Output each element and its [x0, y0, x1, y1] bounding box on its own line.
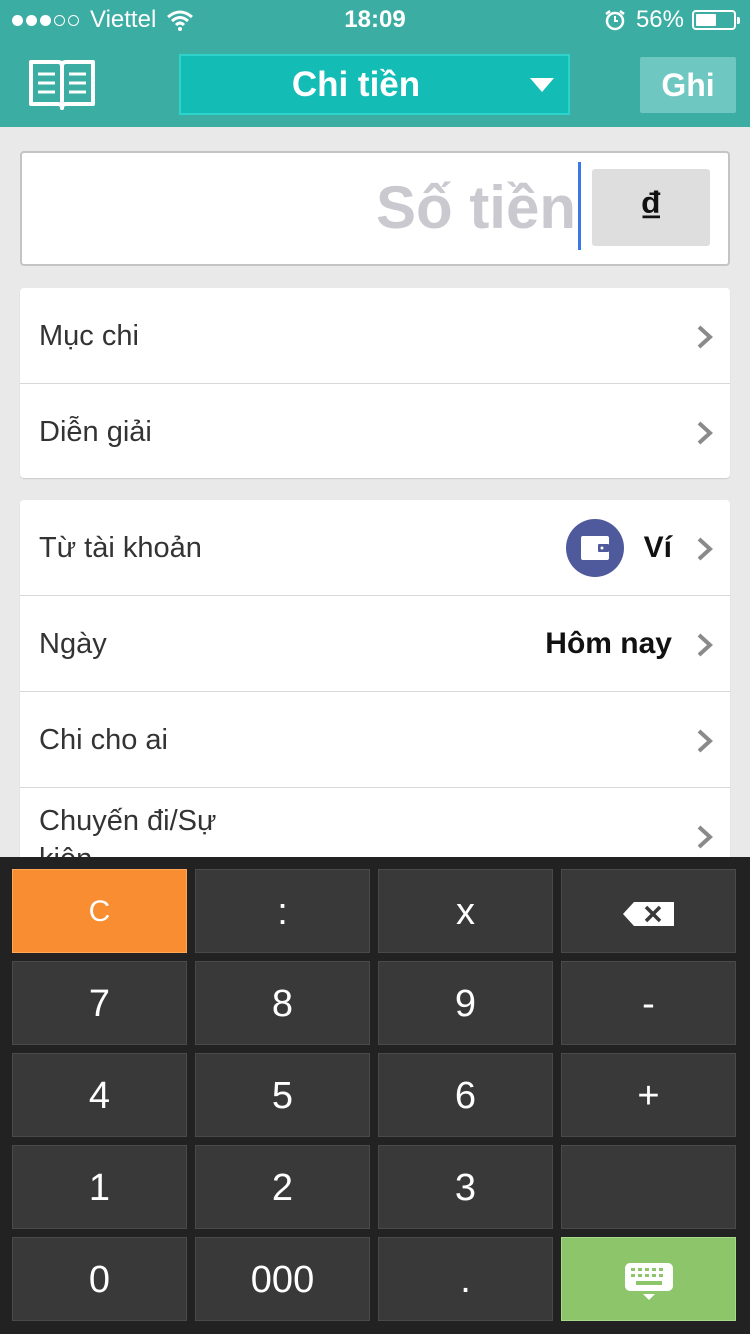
- digit-0-key[interactable]: 0: [12, 1237, 187, 1321]
- transaction-type-dropdown[interactable]: Chi tiền: [179, 54, 570, 115]
- date-row[interactable]: Ngày Hôm nay: [20, 596, 730, 692]
- status-right: 56%: [604, 6, 740, 34]
- date-label: Ngày: [39, 628, 107, 660]
- text-caret: [578, 162, 581, 250]
- details-card: Từ tài khoản Ví Ngày Hôm nay Chi cho ai …: [20, 500, 730, 870]
- battery-fill: [696, 14, 717, 26]
- plus-key[interactable]: +: [561, 1053, 736, 1137]
- digit-2-key[interactable]: 2: [195, 1145, 370, 1229]
- digit-7-key[interactable]: 7: [12, 961, 187, 1045]
- battery-icon: [692, 10, 740, 30]
- wallet-icon: [566, 519, 624, 577]
- chevron-down-icon: [530, 78, 554, 92]
- category-card: Mục chi Diễn giải: [20, 288, 730, 478]
- account-row[interactable]: Từ tài khoản Ví: [20, 500, 730, 596]
- description-row[interactable]: Diễn giải: [20, 384, 730, 478]
- digit-3-key[interactable]: 3: [378, 1145, 553, 1229]
- account-label: Từ tài khoản: [39, 532, 202, 564]
- keyboard-icon: [624, 1262, 673, 1300]
- alarm-icon: [605, 10, 625, 31]
- payee-label: Chi cho ai: [39, 724, 168, 756]
- divide-key[interactable]: :: [195, 869, 370, 953]
- digit-4-key[interactable]: 4: [12, 1053, 187, 1137]
- minus-key[interactable]: -: [561, 961, 736, 1045]
- chevron-right-icon: [697, 325, 713, 349]
- digit-1-key[interactable]: 1: [12, 1145, 187, 1229]
- chevron-right-icon: [697, 729, 713, 753]
- decimal-key[interactable]: .: [378, 1237, 553, 1321]
- chevron-right-icon: [697, 537, 713, 561]
- chevron-right-icon: [697, 421, 713, 445]
- account-value: Ví: [643, 531, 672, 564]
- clear-key[interactable]: C: [12, 869, 187, 953]
- hide-keypad-key[interactable]: [561, 1237, 736, 1321]
- status-bar: Viettel 18:09 56%: [0, 0, 750, 40]
- transaction-type-label: Chi tiền: [291, 65, 421, 104]
- multiply-key[interactable]: x: [378, 869, 553, 953]
- chevron-right-icon: [697, 633, 713, 657]
- digit-9-key[interactable]: 9: [378, 961, 553, 1045]
- description-label: Diễn giải: [39, 416, 152, 448]
- backspace-key[interactable]: [561, 869, 736, 953]
- category-row[interactable]: Mục chi: [20, 288, 730, 384]
- payee-row[interactable]: Chi cho ai: [20, 692, 730, 788]
- battery-percent: 56%: [635, 6, 684, 33]
- digit-8-key[interactable]: 8: [195, 961, 370, 1045]
- save-button[interactable]: Ghi: [640, 57, 736, 113]
- digit-5-key[interactable]: 5: [195, 1053, 370, 1137]
- digit-6-key[interactable]: 6: [378, 1053, 553, 1137]
- date-value: Hôm nay: [545, 627, 672, 660]
- book-icon[interactable]: [28, 58, 96, 110]
- category-label: Mục chi: [39, 320, 139, 352]
- calculator-keypad: C : x 7 8 9 - 4 5 6 + 1 2 3 0 000 .: [0, 857, 750, 1334]
- triple-zero-key[interactable]: 000: [195, 1237, 370, 1321]
- currency-button[interactable]: ₫: [592, 169, 710, 246]
- amount-placeholder: Số tiền: [375, 174, 576, 241]
- chevron-right-icon: [697, 825, 713, 849]
- app-header: Viettel 18:09 56% Chi tiền Ghi: [0, 0, 750, 127]
- amount-input[interactable]: Số tiền ₫: [20, 151, 730, 266]
- blank-key: [561, 1145, 736, 1229]
- backspace-icon: [622, 901, 674, 926]
